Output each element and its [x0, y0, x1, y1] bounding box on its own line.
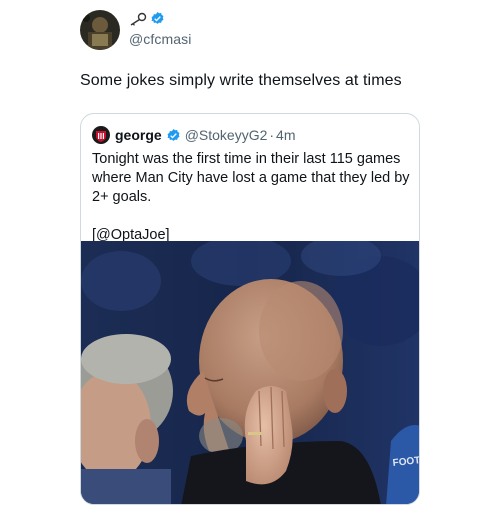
quoted-author-handle[interactable]: @StokeyyG2: [185, 127, 268, 143]
key-icon: [129, 12, 147, 31]
quoted-author-avatar[interactable]: [92, 126, 110, 144]
quoted-tweet-image[interactable]: FOOTBALL MANAGER: [81, 241, 419, 504]
tweet-author: @cfcmasi: [80, 10, 191, 50]
separator-dot: ·: [269, 127, 275, 143]
quoted-tweet-header: george @StokeyyG2 · 4m: [92, 126, 296, 144]
quoted-author-name[interactable]: george: [115, 127, 162, 143]
quoted-body-text: Tonight was the first time in their last…: [92, 151, 410, 205]
verified-badge-icon: [166, 128, 181, 143]
author-avatar[interactable]: [80, 10, 120, 50]
quoted-timestamp[interactable]: 4m: [276, 127, 295, 143]
verified-badge-icon: [150, 11, 165, 31]
tweet-text: Some jokes simply write themselves at ti…: [80, 72, 402, 89]
author-handle[interactable]: @cfcmasi: [129, 31, 191, 47]
quoted-tweet-card[interactable]: george @StokeyyG2 · 4m Tonight was the f…: [80, 113, 420, 505]
